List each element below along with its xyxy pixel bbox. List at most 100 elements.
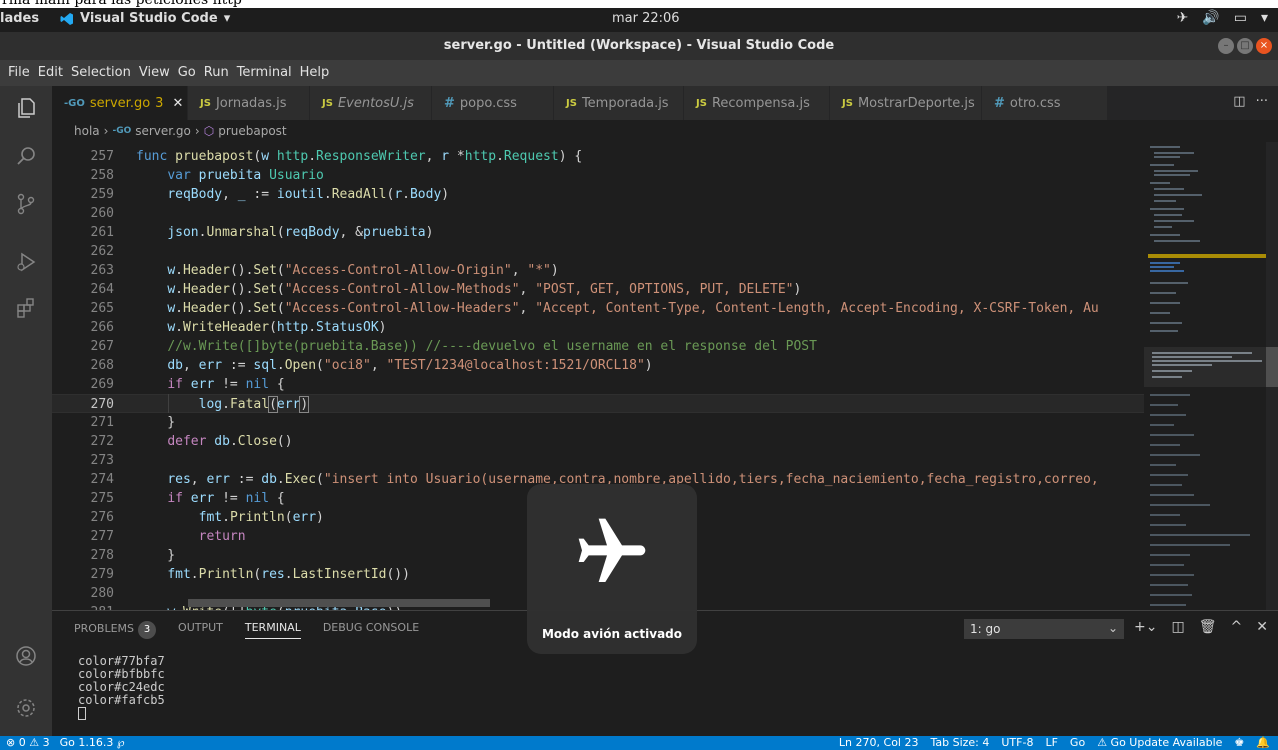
tab-mostrardeporte[interactable]: JS MostrarDeporte.js — [830, 86, 982, 120]
js-file-icon: JS — [566, 97, 577, 109]
tab-size-status[interactable]: Tab Size: 4 — [930, 736, 989, 750]
account-icon[interactable] — [0, 634, 52, 678]
tab-debug-console[interactable]: DEBUG CONSOLE — [323, 621, 419, 639]
code-line: 273 — [52, 451, 1144, 470]
line-number: 263 — [90, 263, 114, 278]
menu-terminal[interactable]: Terminal — [233, 60, 296, 86]
close-icon[interactable]: ✕ — [172, 96, 183, 111]
code-text: var pruebita Usuario — [167, 168, 324, 183]
breadcrumb-folder[interactable]: hola — [74, 124, 100, 138]
maximize-panel-icon[interactable]: ^ — [1231, 619, 1243, 635]
tab-terminal[interactable]: TERMINAL — [244, 621, 301, 639]
scrollbar-thumb[interactable] — [1266, 347, 1278, 387]
tab-label: PROBLEMS — [74, 622, 135, 635]
tab-output[interactable]: OUTPUT — [178, 621, 223, 639]
menu-help[interactable]: Help — [296, 60, 334, 86]
feedback-icon[interactable]: ♚ — [1234, 736, 1244, 750]
code-line: 260 — [52, 204, 1144, 223]
go-version-status[interactable]: Go 1.16.3 ℘ — [60, 736, 125, 750]
tab-problems[interactable]: PROBLEMS 3 — [74, 621, 157, 639]
problems-status[interactable]: ⊗ 0 ⚠ 3 — [6, 736, 50, 750]
code-line: 261 json.Unmarshal(reqBody, &pruebita) — [52, 223, 1144, 242]
line-number: 273 — [90, 453, 114, 468]
code-line: 272 defer db.Close() — [52, 432, 1144, 451]
tab-popo-css[interactable]: # popo.css — [432, 86, 554, 120]
menu-selection[interactable]: Selection — [67, 60, 135, 86]
tab-label: otro.css — [1009, 95, 1061, 111]
css-file-icon: # — [994, 95, 1005, 111]
line-number: 279 — [90, 567, 114, 582]
menu-view[interactable]: View — [135, 60, 174, 86]
chevron-right-icon: › — [194, 124, 200, 138]
close-window-button[interactable]: × — [1256, 38, 1272, 54]
activities-button[interactable]: lades — [0, 11, 39, 26]
go-update-status[interactable]: ⚠ Go Update Available — [1097, 736, 1222, 750]
bell-icon[interactable]: 🔔 — [1256, 736, 1270, 750]
breadcrumb-file[interactable]: server.go — [135, 124, 191, 138]
extensions-icon[interactable] — [0, 286, 52, 330]
search-icon[interactable] — [0, 134, 52, 178]
maximize-button[interactable]: □ — [1237, 38, 1253, 54]
more-actions-icon[interactable]: ··· — [1256, 94, 1268, 109]
language-status[interactable]: Go — [1070, 736, 1085, 750]
window-title-bar[interactable]: server.go - Untitled (Workspace) - Visua… — [0, 32, 1278, 60]
code-line: 264 w.Header().Set("Access-Control-Allow… — [52, 280, 1144, 299]
trash-icon[interactable]: 🗑 — [1199, 619, 1217, 635]
tab-label: Recompensa.js — [711, 95, 810, 111]
line-number: 259 — [90, 187, 114, 202]
function-icon: ⬡ — [203, 124, 215, 138]
split-editor-icon[interactable]: ◫ — [1233, 94, 1245, 109]
gear-icon[interactable] — [0, 686, 52, 730]
line-number: 264 — [90, 282, 114, 297]
indent-guide — [168, 394, 169, 413]
code-text: //w.Write([]byte(pruebita.Base)) //----d… — [167, 339, 817, 354]
run-debug-icon[interactable] — [0, 240, 52, 284]
tab-jornadas[interactable]: JS Jornadas.js — [188, 86, 310, 120]
minimap-preview — [1144, 146, 1266, 606]
breadcrumb-symbol[interactable]: pruebapost — [218, 124, 286, 138]
tab-label: popo.css — [459, 95, 517, 111]
terminal-select[interactable]: 1: go ⌄ — [964, 619, 1124, 639]
code-text: } — [136, 548, 176, 563]
line-number: 268 — [90, 358, 114, 373]
encoding-status[interactable]: UTF-8 — [1001, 736, 1033, 750]
clock[interactable]: mar 22:06 — [612, 11, 680, 26]
vertical-scrollbar[interactable] — [1266, 142, 1278, 610]
line-number: 262 — [90, 244, 114, 259]
terminal-output[interactable]: color#77bfa7 color#bfbbfc color#c24edc c… — [78, 655, 165, 723]
app-menu[interactable]: Visual Studio Code ▾ — [60, 11, 230, 26]
tab-server-go[interactable]: -GO server.go 3 ✕ — [52, 86, 188, 120]
tab-label: EventosU.js — [337, 95, 414, 111]
close-panel-icon[interactable]: ✕ — [1256, 619, 1268, 635]
tab-eventosu[interactable]: JS EventosU.js — [310, 86, 432, 120]
system-tray[interactable]: ✈ 🔊 ▭ ▾ — [1177, 10, 1268, 26]
menu-edit[interactable]: Edit — [34, 60, 67, 86]
code-text: reqBody, _ := ioutil.ReadAll(r.Body) — [167, 187, 450, 202]
tab-temporada[interactable]: JS Temporada.js — [554, 86, 684, 120]
source-control-icon[interactable] — [0, 182, 52, 226]
caption-strip: rma main para las peticiones http — [0, 0, 1278, 8]
tab-label: Jornadas.js — [215, 95, 287, 111]
code-line: 257 func pruebapost(w http.ResponseWriter… — [52, 147, 1144, 166]
app-name: Visual Studio Code — [80, 11, 218, 26]
minimize-button[interactable]: – — [1218, 38, 1234, 54]
tab-label: MostrarDeporte.js — [857, 95, 975, 111]
line-number: 261 — [90, 225, 114, 240]
line-number: 276 — [90, 510, 114, 525]
line-number: 265 — [90, 301, 114, 316]
menu-go[interactable]: Go — [174, 60, 200, 86]
menu-run[interactable]: Run — [200, 60, 233, 86]
tab-otro-css[interactable]: # otro.css — [982, 86, 1108, 120]
eol-status[interactable]: LF — [1045, 736, 1057, 750]
minimap[interactable] — [1144, 142, 1266, 610]
cursor-position-status[interactable]: Ln 270, Col 23 — [839, 736, 919, 750]
menu-file[interactable]: File — [4, 60, 34, 86]
new-terminal-icon[interactable]: +⌄ — [1134, 619, 1157, 635]
split-terminal-icon[interactable]: ◫ — [1172, 619, 1185, 635]
explorer-icon[interactable] — [0, 86, 52, 130]
code-text: log.Fatal(err) — [198, 396, 310, 413]
code-line: 268 db, err := sql.Open("oci8", "TEST/12… — [52, 356, 1144, 375]
tab-recompensa[interactable]: JS Recompensa.js — [684, 86, 830, 120]
horizontal-scrollbar[interactable] — [188, 599, 490, 607]
code-line: 266 w.WriteHeader(http.StatusOK) — [52, 318, 1144, 337]
